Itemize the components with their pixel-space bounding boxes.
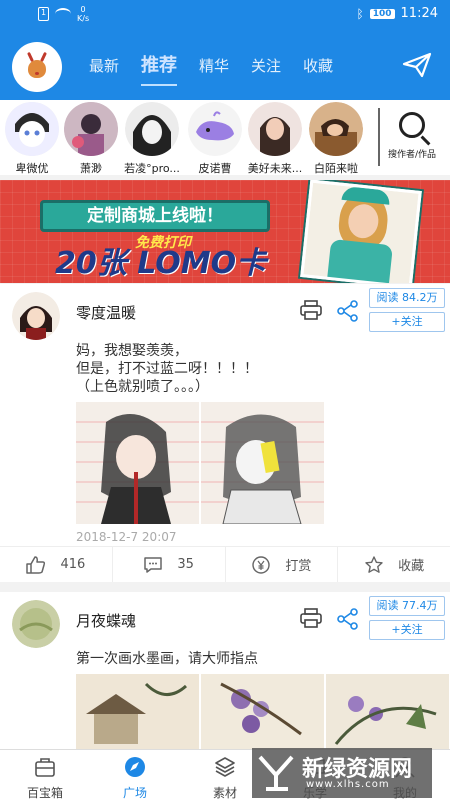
- post-text: 第一次画水墨画，请大师指点: [76, 651, 258, 667]
- search-label: 搜作者/作品: [387, 150, 437, 160]
- tab-favorites[interactable]: 收藏: [292, 30, 344, 100]
- post-actions: 416 35 打赏 收藏: [0, 546, 450, 582]
- tab-bar: 最新 推荐 精华 关注 收藏: [78, 30, 344, 100]
- send-icon[interactable]: [402, 52, 432, 78]
- nav-toolbox[interactable]: 百宝箱: [0, 750, 90, 800]
- network-speed: 0 K/s: [77, 5, 90, 23]
- watermark-logo-icon: [258, 755, 294, 791]
- app-logo-deer-icon[interactable]: [12, 42, 62, 92]
- top-nav: 最新 推荐 精华 关注 收藏: [0, 30, 450, 100]
- promo-banner[interactable]: 定制商城上线啦！ 免费打印 20张 LOMO卡: [0, 180, 450, 283]
- post-image[interactable]: [76, 402, 199, 524]
- avatar: [64, 102, 118, 156]
- post-card: 月夜蝶魂 阅读 77.4万 +关注 第一次画水墨画，请大师指点: [0, 592, 450, 754]
- printer-icon[interactable]: [300, 300, 322, 320]
- sim-icon: 1: [38, 7, 49, 21]
- author-name: 卑微优: [15, 162, 49, 175]
- read-count-badge: 阅读 77.4万: [369, 596, 445, 616]
- author-item[interactable]: 萧渺: [61, 102, 121, 176]
- status-bar: 1 0 K/s ᛒ 100 11:24: [0, 0, 450, 30]
- avatar: [125, 102, 179, 156]
- follow-button[interactable]: +关注: [369, 312, 445, 332]
- post-timestamp: 2018-12-7 20:07: [76, 530, 177, 544]
- search-authors-button[interactable]: 搜作者/作品: [378, 108, 444, 166]
- wifi-icon: [55, 8, 71, 20]
- author-name: 萧渺: [80, 162, 102, 175]
- nav-label: 广场: [122, 786, 147, 800]
- tab-featured[interactable]: 精华: [188, 30, 240, 100]
- author-name: 美好未来...: [247, 162, 303, 175]
- avatar[interactable]: [12, 292, 60, 340]
- nav-label: 百宝箱: [26, 786, 63, 800]
- battery-icon: 100: [369, 8, 395, 19]
- author-name: 若凌°pro...: [124, 162, 180, 175]
- post-images: [76, 402, 324, 524]
- author-item[interactable]: 皮诺曹: [185, 102, 245, 176]
- post-card: 零度温暖 阅读 84.2万 +关注 妈，我想娶羡羡， 但是，打不过蓝二呀！！！！…: [0, 284, 450, 582]
- watermark-url: www.xlhs.com: [306, 779, 390, 790]
- toolbox-icon: [35, 758, 55, 777]
- like-count: 416: [60, 557, 86, 572]
- printer-icon[interactable]: [300, 608, 322, 628]
- nav-plaza[interactable]: 广场: [90, 750, 180, 800]
- banner-headline: 20张 LOMO卡: [55, 246, 267, 281]
- recommended-authors: 卑微优 萧渺 若凌°pro... 皮诺曹 美好未来... 白陌来啦 搜作者/作品: [0, 100, 450, 175]
- avatar: [309, 102, 363, 156]
- author-item[interactable]: 若凌°pro...: [122, 102, 182, 176]
- comment-button[interactable]: 35: [113, 547, 226, 582]
- follow-button[interactable]: +关注: [369, 620, 445, 640]
- avatar: [188, 102, 242, 156]
- compass-icon: [125, 757, 145, 777]
- post-author[interactable]: 零度温暖: [76, 302, 136, 323]
- banner-photo: [300, 180, 422, 283]
- thumbs-up-icon: [26, 555, 46, 574]
- author-item[interactable]: 美好未来...: [245, 102, 305, 176]
- avatar: [248, 102, 302, 156]
- like-button[interactable]: 416: [0, 547, 113, 582]
- avatar: [5, 102, 59, 156]
- comment-icon: [144, 556, 163, 573]
- share-icon[interactable]: [337, 300, 359, 322]
- favorite-button[interactable]: 收藏: [338, 547, 450, 582]
- author-name: 白陌来啦: [314, 162, 358, 175]
- tip-label: 打赏: [285, 559, 312, 574]
- author-item[interactable]: 卑微优: [2, 102, 62, 176]
- tab-recommended[interactable]: 推荐: [130, 30, 188, 100]
- share-icon[interactable]: [337, 608, 359, 630]
- search-icon: [399, 112, 425, 138]
- avatar[interactable]: [12, 600, 60, 648]
- post-author[interactable]: 月夜蝶魂: [76, 610, 136, 631]
- watermark: 新绿资源网 www.xlhs.com: [252, 748, 432, 798]
- tip-button[interactable]: 打赏: [226, 547, 339, 582]
- yen-coin-icon: [252, 555, 271, 574]
- clock: 11:24: [400, 6, 438, 21]
- author-item[interactable]: 白陌来啦: [306, 102, 366, 176]
- tab-latest[interactable]: 最新: [78, 30, 130, 100]
- star-icon: [365, 555, 383, 573]
- layers-icon: [215, 757, 235, 777]
- post-image[interactable]: [201, 402, 324, 524]
- tab-following[interactable]: 关注: [240, 30, 292, 100]
- banner-sign: 定制商城上线啦！: [40, 200, 270, 232]
- author-name: 皮诺曹: [198, 162, 232, 175]
- comment-count: 35: [177, 557, 194, 572]
- post-text: 妈，我想娶羡羡， 但是，打不过蓝二呀！！！！ （上色就别喷了。。。）: [76, 343, 258, 395]
- read-count-badge: 阅读 84.2万: [369, 288, 445, 308]
- favorite-label: 收藏: [398, 559, 425, 574]
- bluetooth-icon: ᛒ: [356, 6, 364, 21]
